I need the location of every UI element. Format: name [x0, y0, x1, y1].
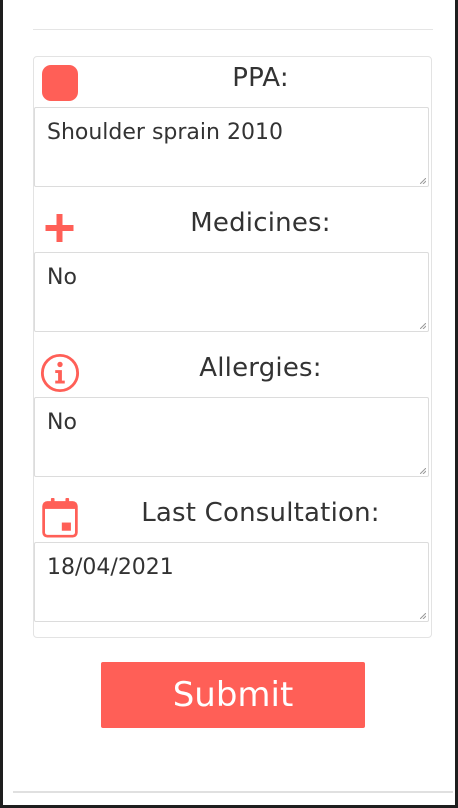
medicines-header: Medicines: — [34, 202, 431, 252]
calendar-icon — [40, 498, 80, 538]
last-consultation-section: Last Consultation: 18/04/2021 — [34, 492, 431, 622]
resize-grip-icon[interactable] — [420, 323, 426, 329]
medicines-label: Medicines: — [190, 208, 331, 238]
ppa-field[interactable]: Shoulder sprain 2010 — [34, 107, 429, 187]
top-divider — [33, 29, 433, 30]
resize-grip-icon[interactable] — [420, 468, 426, 474]
medical-info-card: PPA: Shoulder sprain 2010 Medicines: No … — [33, 56, 432, 638]
last-consultation-value: 18/04/2021 — [47, 555, 174, 580]
allergies-label: Allergies: — [199, 353, 322, 383]
plus-icon — [40, 208, 80, 248]
last-consultation-label: Last Consultation: — [141, 498, 380, 528]
resize-grip-icon[interactable] — [420, 613, 426, 619]
allergies-value: No — [47, 410, 77, 435]
ppa-value: Shoulder sprain 2010 — [47, 120, 283, 145]
app-frame: PPA: Shoulder sprain 2010 Medicines: No … — [3, 0, 455, 805]
medicines-section: Medicines: No — [34, 202, 431, 332]
allergies-field[interactable]: No — [34, 397, 429, 477]
ppa-section: PPA: Shoulder sprain 2010 — [34, 57, 431, 187]
ppa-header: PPA: — [34, 57, 431, 107]
last-consultation-field[interactable]: 18/04/2021 — [34, 542, 429, 622]
resize-grip-icon[interactable] — [420, 178, 426, 184]
allergies-header: Allergies: — [34, 347, 431, 397]
bottom-divider — [13, 791, 453, 793]
allergies-section: Allergies: No — [34, 347, 431, 477]
ppa-label: PPA: — [232, 63, 289, 93]
medicines-value: No — [47, 265, 77, 290]
submit-button[interactable]: Submit — [101, 662, 365, 728]
info-icon — [40, 353, 80, 393]
square-icon — [40, 63, 80, 103]
medicines-field[interactable]: No — [34, 252, 429, 332]
last-consultation-header: Last Consultation: — [34, 492, 431, 542]
